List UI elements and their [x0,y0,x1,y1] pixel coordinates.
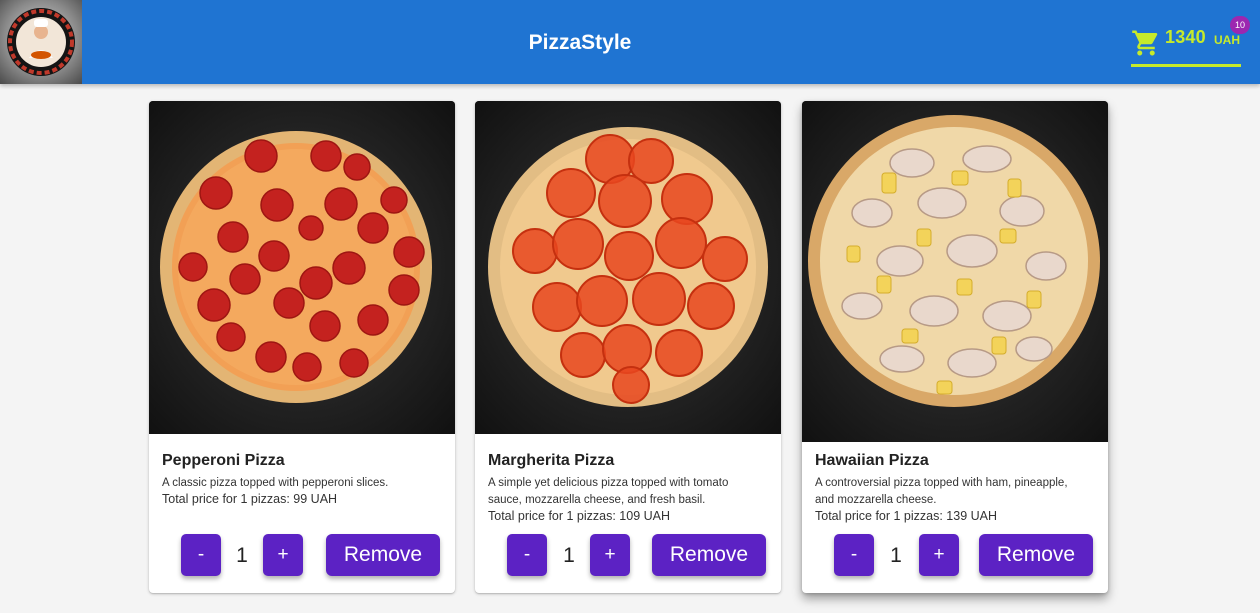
remove-button[interactable]: Remove [652,534,766,576]
pizza-card-hawaiian: Hawaiian Pizza A controversial pizza top… [802,101,1108,593]
cart-currency: UAH [1214,33,1240,47]
card-description: A controversial pizza topped with ham, p… [815,477,1068,506]
pizza-card-pepperoni: Pepperoni Pizza A classic pizza topped w… [149,101,455,593]
card-total-price: Total price for 1 pizzas: 139 UAH [815,509,998,523]
app-bar: PizzaStyle 1340 UAH 10 [0,0,1260,84]
quantity-value: 1 [236,544,248,567]
card-title: Margherita Pizza [488,452,615,469]
pizza-image-pepperoni [149,101,455,434]
card-description: A classic pizza topped with pepperoni sl… [162,477,389,489]
quantity-value: 1 [563,544,575,567]
pizza-card-margherita: Margherita Pizza A simple yet delicious … [475,101,781,593]
card-total-price: Total price for 1 pizzas: 99 UAH [162,492,338,506]
decrease-quantity-button[interactable]: - [507,534,547,576]
quantity-value: 1 [890,544,902,567]
card-title: Pepperoni Pizza [162,452,285,469]
increase-quantity-button[interactable]: + [590,534,630,576]
cart-count-badge: 10 [1230,16,1250,34]
increase-quantity-button[interactable]: + [263,534,303,576]
card-total-price: Total price for 1 pizzas: 109 UAH [488,509,671,523]
card-description: A simple yet delicious pizza topped with… [488,477,729,506]
pizza-image-margherita [475,101,781,434]
remove-button[interactable]: Remove [979,534,1093,576]
cart-button[interactable]: 1340 UAH 10 [1131,16,1250,67]
shopping-cart-icon [1132,30,1158,56]
pizza-image-hawaiian [802,101,1108,442]
decrease-quantity-button[interactable]: - [834,534,874,576]
card-title: Hawaiian Pizza [815,452,929,469]
remove-button[interactable]: Remove [326,534,440,576]
cart-total: 1340 [1165,27,1206,47]
increase-quantity-button[interactable]: + [919,534,959,576]
brand-title[interactable]: PizzaStyle [0,0,1160,84]
decrease-quantity-button[interactable]: - [181,534,221,576]
